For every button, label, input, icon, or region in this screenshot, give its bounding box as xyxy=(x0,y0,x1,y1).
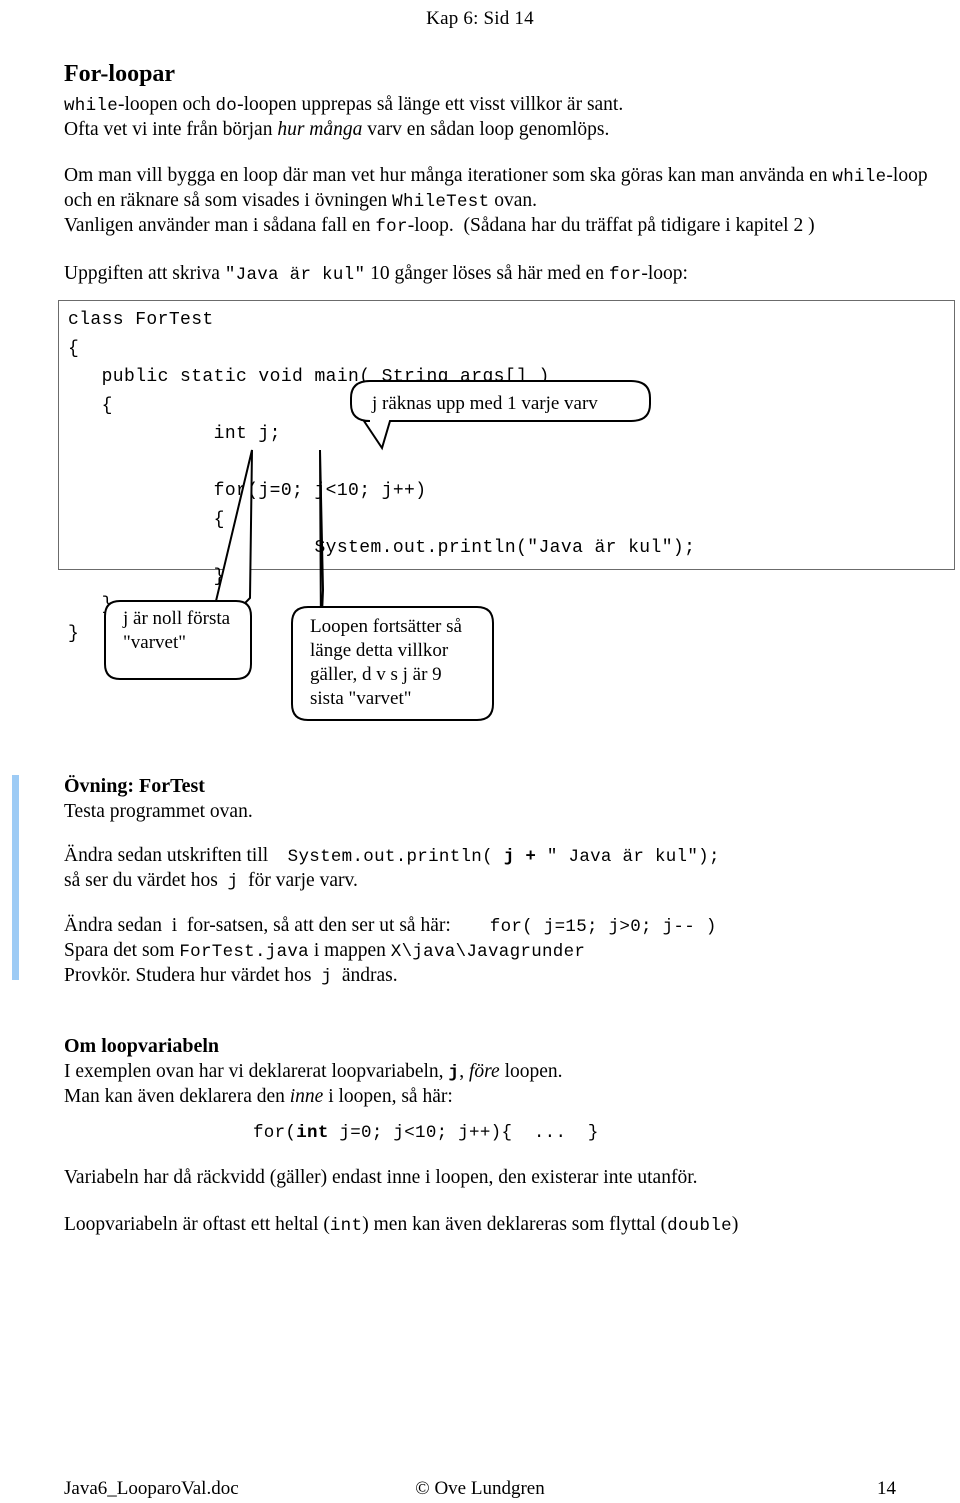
loopvar-line-4: Loopvariabeln är oftast ett heltal (int)… xyxy=(64,1212,944,1239)
loopvar-line-3: Variabeln har då räckvidd (gäller) endas… xyxy=(64,1167,698,1188)
loopvar-emphasis-inne: inne xyxy=(289,1086,324,1107)
exercise-line-1: Testa programmet ovan. xyxy=(64,801,253,822)
exercise-text-3a: så ser du värdet hos xyxy=(64,870,228,891)
exercise-line-3: så ser du värdet hos j för varje varv. xyxy=(64,868,944,895)
page-title: For-loopar xyxy=(64,61,176,87)
intro-text-2b: varv en sådan loop genomlöps. xyxy=(362,119,610,140)
inline-code-while-2: while xyxy=(832,167,887,187)
body-text-4a: Uppgiften att skriva xyxy=(64,263,225,284)
exercise-code-2-bold: j + xyxy=(503,847,537,867)
exercise-code-for-desc: for( j=15; j>0; j-- ) xyxy=(489,917,717,937)
loopvar-code-int-2: int xyxy=(329,1216,363,1236)
exercise-text-6b: ändras. xyxy=(332,965,398,986)
exercise-line-6: Provkör. Studera hur värdet hos j ändras… xyxy=(64,963,944,990)
loopvar-code-b: j=0; j<10; j++){ ... } xyxy=(328,1123,599,1143)
body-text-4b: 10 gånger löses så här med en xyxy=(365,263,609,284)
loopvar-code-int: int xyxy=(296,1123,329,1143)
body-text-4c: -loop: xyxy=(641,263,688,284)
exercise-text-6a: Provkör. Studera hur värdet hos xyxy=(64,965,322,986)
callout-text-condition: Loopen fortsätter så länge detta villkor… xyxy=(310,616,462,709)
document-page: Kap 6: Sid 14 For-loopar while-loopen oc… xyxy=(0,0,960,1503)
exercise-code-path: X\java\Javagrunder xyxy=(390,942,586,962)
exercise-line-4: Ändra sedan i for-satsen, så att den ser… xyxy=(64,913,944,940)
exercise-code-filename: ForTest.java xyxy=(179,942,309,962)
loopvar-text-4a: Loopvariabeln är oftast ett heltal ( xyxy=(64,1214,330,1235)
loopvar-text-1a: I exemplen ovan har vi deklarerat loopva… xyxy=(64,1061,449,1082)
inline-code-for-2: for xyxy=(608,265,642,285)
loopvar-code-j: j xyxy=(448,1063,460,1083)
inline-code-do: do xyxy=(215,96,238,116)
callout-text-increment: j räknas upp med 1 varje varv xyxy=(372,393,598,414)
loopvar-code-double: double xyxy=(667,1216,732,1236)
exercise-code-2b: " Java är kul"); xyxy=(536,847,720,867)
code-listing-text: class ForTest { public static void main(… xyxy=(68,310,696,644)
loopvar-line-2: Man kan även deklarera den inne i loopen… xyxy=(64,1084,944,1109)
footer-filename: Java6_LooparoVal.doc xyxy=(64,1478,239,1499)
intro-text-1b: -loopen och xyxy=(118,94,216,115)
exercise-code-j: j xyxy=(227,872,239,892)
loopvar-text-1b: , xyxy=(459,1061,469,1082)
footer-page-number: 14 xyxy=(877,1478,896,1499)
exercise-line-5: Spara det som ForTest.java i mappen X\ja… xyxy=(64,938,944,965)
loopvar-emphasis-fore: före xyxy=(468,1061,500,1082)
callout-text-init: j är noll första "varvet" xyxy=(123,608,231,653)
inline-code-java-ar-kul: "Java är kul" xyxy=(224,265,366,285)
page-header-marker: Kap 6: Sid 14 xyxy=(426,8,534,29)
body-text-3b: -loop. (Sådana har du träffat på tidigar… xyxy=(407,215,815,236)
page-footer: Java6_LooparoVal.doc © Ove Lundgren 14 xyxy=(64,1478,896,1500)
loopvar-code-a: for( xyxy=(253,1123,297,1143)
exercise-text-5b: i mappen xyxy=(308,940,391,961)
intro-text-2a: Ofta vet vi inte från början xyxy=(64,119,278,140)
body-text-1b: -loop xyxy=(886,165,928,186)
body-text-3a: Vanligen använder man i sådana fall en xyxy=(64,215,376,236)
loopvar-line-1: I exemplen ovan har vi deklarerat loopva… xyxy=(64,1059,944,1086)
body-paragraph-4: Uppgiften att skriva "Java är kul" 10 gå… xyxy=(64,261,944,288)
body-text-2b: ovan. xyxy=(489,190,538,211)
loopvar-text-4b: ) men kan även deklareras som flyttal ( xyxy=(362,1214,668,1235)
body-text-2a: och en räknare så som visades i övningen xyxy=(64,190,393,211)
body-paragraph-3: Vanligen använder man i sådana fall en f… xyxy=(64,213,944,240)
loopvar-text-1c: loopen. xyxy=(499,1061,563,1082)
exercise-text-4a: Ändra sedan i for-satsen, så att den ser… xyxy=(64,915,490,936)
body-text-1a: Om man vill bygga en loop där man vet hu… xyxy=(64,165,833,186)
loopvar-text-4c: ) xyxy=(731,1214,739,1235)
body-paragraph-1: Om man vill bygga en loop där man vet hu… xyxy=(64,163,944,190)
loopvar-text-2b: i loopen, så här: xyxy=(323,1086,453,1107)
exercise-heading: Övning: ForTest xyxy=(64,775,205,797)
intro-text-1d: -loopen upprepas så länge ett visst vill… xyxy=(237,94,624,115)
inline-code-for: for xyxy=(375,217,408,237)
exercise-text-3b: för varje varv. xyxy=(238,870,358,891)
intro-emphasis: hur många xyxy=(277,119,363,140)
inline-code-while: while xyxy=(64,96,119,116)
exercise-code-2a: System.out.println( xyxy=(287,847,504,867)
exercise-line-2: Ändra sedan utskriften till System.out.p… xyxy=(64,843,944,870)
inline-code-whiletest: WhileTest xyxy=(392,192,490,212)
exercise-code-j-2: j xyxy=(321,967,333,987)
intro-line-2: Ofta vet vi inte från början hur många v… xyxy=(64,117,924,142)
body-paragraph-2: och en räknare så som visades i övningen… xyxy=(64,188,944,215)
intro-line-1: while-loopen och do-loopen upprepas så l… xyxy=(64,92,924,119)
loopvar-code-sample: for(int j=0; j<10; j++){ ... } xyxy=(253,1119,599,1146)
exercise-text-2a: Ändra sedan utskriften till xyxy=(64,845,288,866)
loopvar-heading: Om loopvariabeln xyxy=(64,1035,220,1057)
exercise-text-5a: Spara det som xyxy=(64,940,180,961)
revision-margin-bar xyxy=(12,775,19,980)
loopvar-text-2a: Man kan även deklarera den xyxy=(64,1086,290,1107)
